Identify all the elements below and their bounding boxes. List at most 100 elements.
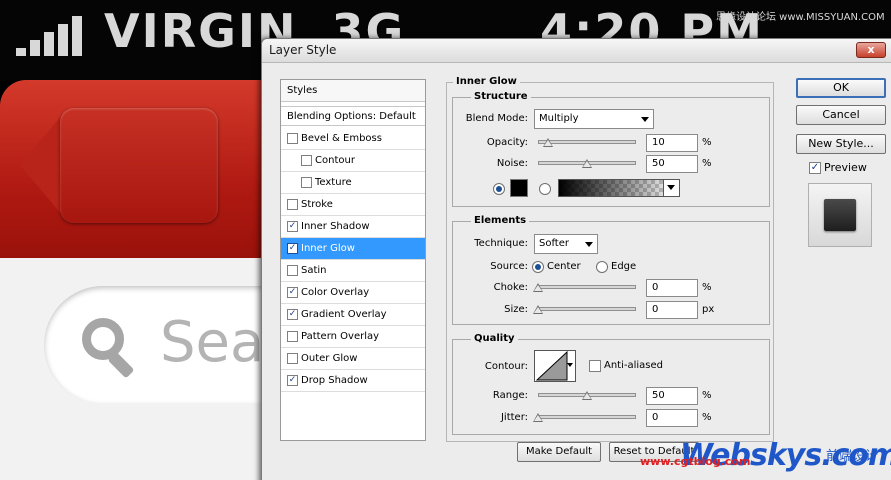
- style-preview-swatch: [824, 199, 856, 231]
- style-item-checkbox[interactable]: [287, 133, 298, 144]
- size-input[interactable]: 0: [646, 301, 698, 319]
- style-item-checkbox[interactable]: [301, 177, 312, 188]
- contour-picker[interactable]: [534, 350, 576, 382]
- blending-options-item[interactable]: Blending Options: Default: [281, 106, 425, 126]
- blend-mode-select[interactable]: Multiply: [534, 109, 654, 129]
- style-item-checkbox[interactable]: [287, 199, 298, 210]
- quality-legend: Quality: [471, 333, 518, 344]
- style-item-checkbox[interactable]: [301, 155, 312, 166]
- style-preview-box: [808, 183, 872, 247]
- signal-strength-icon: [16, 14, 96, 56]
- structure-legend: Structure: [471, 91, 531, 102]
- style-item-checkbox[interactable]: ✓: [287, 375, 298, 386]
- style-item[interactable]: ✓ Inner Glow: [281, 238, 425, 260]
- dialog-titlebar[interactable]: Layer Style x: [262, 39, 891, 63]
- jitter-slider-thumb[interactable]: [533, 413, 543, 422]
- size-unit: px: [702, 304, 715, 315]
- contour-label: Contour:: [484, 361, 528, 372]
- style-item-checkbox[interactable]: ✓: [287, 243, 298, 254]
- style-item-checkbox[interactable]: ✓: [287, 309, 298, 320]
- gradient-radio[interactable]: [539, 183, 551, 195]
- style-item-checkbox[interactable]: [287, 265, 298, 276]
- new-style-button[interactable]: New Style...: [796, 134, 886, 154]
- blend-mode-label: Blend Mode:: [465, 113, 528, 124]
- style-item-label: Outer Glow: [301, 353, 358, 364]
- style-item[interactable]: ✓ Color Overlay: [281, 282, 425, 304]
- contour-preview-icon: [536, 351, 568, 381]
- styles-list-header[interactable]: Styles: [281, 80, 425, 102]
- close-button[interactable]: x: [856, 42, 886, 58]
- style-item[interactable]: ✓ Drop Shadow: [281, 370, 425, 392]
- gradient-dropdown-button[interactable]: [663, 180, 679, 196]
- noise-unit: %: [702, 158, 712, 169]
- choke-slider-track[interactable]: [538, 285, 636, 289]
- opacity-label: Opacity:: [486, 137, 528, 148]
- style-item-checkbox[interactable]: ✓: [287, 221, 298, 232]
- style-item[interactable]: Pattern Overlay: [281, 326, 425, 348]
- chevron-down-icon[interactable]: [567, 363, 573, 367]
- style-item[interactable]: Satin: [281, 260, 425, 282]
- size-label: Size:: [504, 304, 528, 315]
- source-center-radio[interactable]: [532, 261, 544, 273]
- source-center-label[interactable]: Center: [547, 261, 581, 272]
- glow-color-swatch[interactable]: [510, 179, 528, 197]
- choke-slider-thumb[interactable]: [533, 283, 543, 292]
- jitter-slider-track[interactable]: [538, 415, 636, 419]
- choke-unit: %: [702, 282, 712, 293]
- style-item[interactable]: Outer Glow: [281, 348, 425, 370]
- preview-checkbox[interactable]: ✓: [809, 162, 821, 174]
- chevron-down-icon: [667, 185, 675, 190]
- style-item[interactable]: Contour: [281, 150, 425, 172]
- style-item-checkbox[interactable]: [287, 353, 298, 364]
- chevron-down-icon: [641, 117, 649, 122]
- anti-aliased-label[interactable]: Anti-aliased: [604, 360, 663, 371]
- style-item-label: Stroke: [301, 199, 333, 210]
- technique-value: Softer: [539, 238, 569, 249]
- source-edge-label[interactable]: Edge: [611, 261, 636, 272]
- style-item[interactable]: ✓ Inner Shadow: [281, 216, 425, 238]
- style-item-label: Color Overlay: [301, 287, 370, 298]
- range-unit: %: [702, 390, 712, 401]
- size-slider-track[interactable]: [538, 307, 636, 311]
- style-item[interactable]: Texture: [281, 172, 425, 194]
- range-label: Range:: [492, 390, 528, 401]
- noise-label: Noise:: [496, 158, 528, 169]
- watermark-url: www.cgtblog.com: [640, 455, 751, 468]
- ok-button[interactable]: OK: [796, 78, 886, 98]
- checkmark-icon: ✓: [810, 162, 820, 173]
- style-item-label: Satin: [301, 265, 327, 276]
- solid-color-radio[interactable]: [493, 183, 505, 195]
- styles-list: Styles Blending Options: Default Bevel &…: [280, 79, 426, 441]
- noise-slider-thumb[interactable]: [582, 159, 592, 168]
- jitter-label: Jitter:: [500, 412, 528, 423]
- range-slider-thumb[interactable]: [582, 391, 592, 400]
- style-item-checkbox[interactable]: ✓: [287, 287, 298, 298]
- choke-input[interactable]: 0: [646, 279, 698, 297]
- style-item-label: Inner Glow: [301, 243, 355, 254]
- cancel-button[interactable]: Cancel: [796, 105, 886, 125]
- glow-gradient-picker[interactable]: [558, 179, 680, 197]
- style-item-label: Drop Shadow: [301, 375, 368, 386]
- technique-label: Technique:: [474, 238, 528, 249]
- opacity-input[interactable]: 10: [646, 134, 698, 152]
- jitter-input[interactable]: 0: [646, 409, 698, 427]
- style-item-label: Bevel & Emboss: [301, 133, 382, 144]
- dialog-title: Layer Style: [269, 43, 337, 57]
- style-item[interactable]: Bevel & Emboss: [281, 128, 425, 150]
- noise-input[interactable]: 50: [646, 155, 698, 173]
- range-input[interactable]: 50: [646, 387, 698, 405]
- anti-aliased-checkbox[interactable]: [589, 360, 601, 372]
- make-default-button[interactable]: Make Default: [517, 442, 601, 462]
- jitter-unit: %: [702, 412, 712, 423]
- preview-label[interactable]: Preview: [824, 161, 867, 174]
- size-slider-thumb[interactable]: [533, 305, 543, 314]
- opacity-slider-thumb[interactable]: [542, 138, 553, 147]
- source-edge-radio[interactable]: [596, 261, 608, 273]
- style-item-checkbox[interactable]: [287, 331, 298, 342]
- style-item[interactable]: ✓ Gradient Overlay: [281, 304, 425, 326]
- opacity-unit: %: [702, 137, 712, 148]
- style-item-label: Gradient Overlay: [301, 309, 387, 320]
- technique-select[interactable]: Softer: [534, 234, 598, 254]
- watermark-cn: 前端设计: [826, 449, 879, 464]
- style-item[interactable]: Stroke: [281, 194, 425, 216]
